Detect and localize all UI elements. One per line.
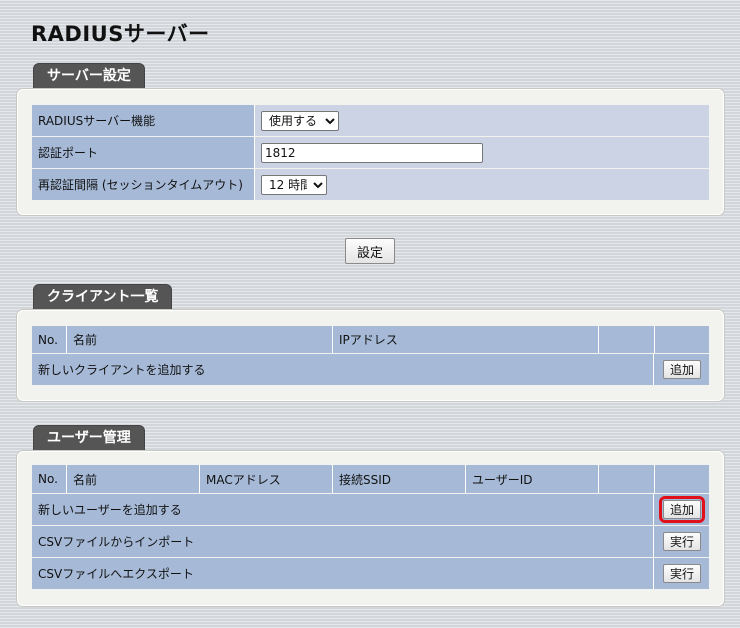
server-function-row: RADIUSサーバー機能 使用する (32, 105, 709, 136)
client-col-name: 名前 (67, 326, 333, 353)
reauth-interval-row: 再認証間隔 (セッションタイムアウト) 12 時間 (32, 169, 709, 200)
server-function-select[interactable]: 使用する (261, 110, 339, 131)
reauth-interval-label: 再認証間隔 (セッションタイムアウト) (32, 169, 255, 200)
client-col-action (655, 326, 709, 353)
server-function-label: RADIUSサーバー機能 (32, 105, 255, 136)
user-add-label: 新しいユーザーを追加する (32, 494, 654, 525)
user-col-mac: MACアドレス (200, 465, 333, 493)
user-col-no: No. (32, 465, 67, 493)
csv-import-row: CSVファイルからインポート 実行 (32, 526, 709, 557)
auth-port-input[interactable] (261, 142, 483, 163)
user-table-header: No. 名前 MACアドレス 接続SSID ユーザーID (32, 465, 709, 493)
reauth-interval-cell: 12 時間 (255, 169, 709, 200)
page-title: RADIUSサーバー (31, 22, 210, 46)
csv-import-button[interactable]: 実行 (663, 532, 701, 551)
user-col-empty (599, 465, 655, 493)
client-list-panel: No. 名前 IPアドレス 新しいクライアントを追加する 追加 (16, 309, 725, 402)
csv-export-button[interactable]: 実行 (663, 564, 701, 583)
add-user-button[interactable]: 追加 (659, 496, 705, 523)
csv-export-cell: 実行 (654, 558, 709, 589)
tab-client-list: クライアント一覧 (33, 284, 173, 310)
reauth-interval-select[interactable]: 12 時間 (261, 174, 327, 195)
client-add-row: 新しいクライアントを追加する 追加 (32, 354, 709, 385)
auth-port-cell (255, 137, 709, 168)
user-col-ssid: 接続SSID (333, 465, 466, 493)
csv-import-cell: 実行 (654, 526, 709, 557)
tab-server-settings: サーバー設定 (33, 63, 145, 89)
csv-import-label: CSVファイルからインポート (32, 526, 654, 557)
csv-export-label: CSVファイルへエクスポート (32, 558, 654, 589)
add-client-button[interactable]: 追加 (663, 360, 701, 379)
save-button[interactable]: 設定 (345, 238, 395, 264)
user-col-name: 名前 (67, 465, 200, 493)
client-add-label: 新しいクライアントを追加する (32, 354, 654, 385)
user-col-userid: ユーザーID (466, 465, 599, 493)
client-col-no: No. (32, 326, 67, 353)
server-settings-panel: RADIUSサーバー機能 使用する 認証ポート 再認証間隔 (セッションタイムア… (16, 88, 725, 216)
user-add-cell: 追加 (654, 494, 709, 525)
client-col-ip: IPアドレス (333, 326, 599, 353)
csv-export-row: CSVファイルへエクスポート 実行 (32, 558, 709, 589)
user-col-action (655, 465, 709, 493)
client-col-empty (599, 326, 655, 353)
server-function-cell: 使用する (255, 105, 709, 136)
user-management-panel: No. 名前 MACアドレス 接続SSID ユーザーID 新しいユーザーを追加す… (16, 450, 725, 607)
auth-port-label: 認証ポート (32, 137, 255, 168)
client-add-cell: 追加 (654, 354, 709, 385)
client-table-header: No. 名前 IPアドレス (32, 326, 709, 353)
user-add-row: 新しいユーザーを追加する 追加 (32, 494, 709, 525)
tab-user-management: ユーザー管理 (33, 425, 145, 451)
auth-port-row: 認証ポート (32, 137, 709, 168)
